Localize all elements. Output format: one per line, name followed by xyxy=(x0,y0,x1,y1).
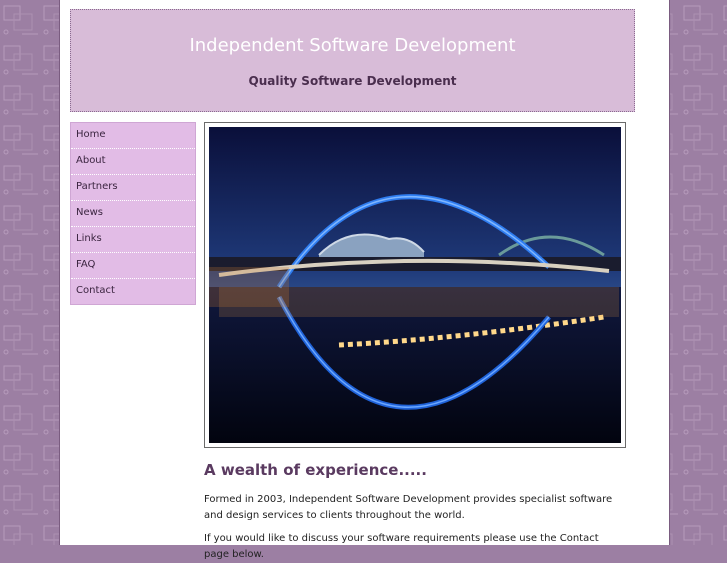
content-heading: A wealth of experience..... xyxy=(204,461,427,479)
nav-item-faq[interactable]: FAQ xyxy=(71,253,195,279)
hero-photo-bridge xyxy=(209,127,621,443)
nav-item-contact[interactable]: Contact xyxy=(71,279,195,304)
contact-paragraph: If you would like to discuss your softwa… xyxy=(204,533,599,560)
nav-item-home[interactable]: Home xyxy=(71,123,195,149)
nav-item-news[interactable]: News xyxy=(71,201,195,227)
nav-item-about[interactable]: About xyxy=(71,149,195,175)
page-container: Independent Software Development Quality… xyxy=(59,0,670,560)
site-header: Independent Software Development Quality… xyxy=(70,9,635,112)
intro-paragraph: Formed in 2003, Independent Software Dev… xyxy=(204,494,613,521)
hero-photo-frame xyxy=(204,122,626,448)
nav-item-partners[interactable]: Partners xyxy=(71,175,195,201)
site-title[interactable]: Independent Software Development xyxy=(71,35,634,56)
sidebar-nav: Home About Partners News Links FAQ Conta… xyxy=(70,122,196,305)
nav-item-links[interactable]: Links xyxy=(71,227,195,253)
site-tagline: Quality Software Development xyxy=(248,74,457,88)
